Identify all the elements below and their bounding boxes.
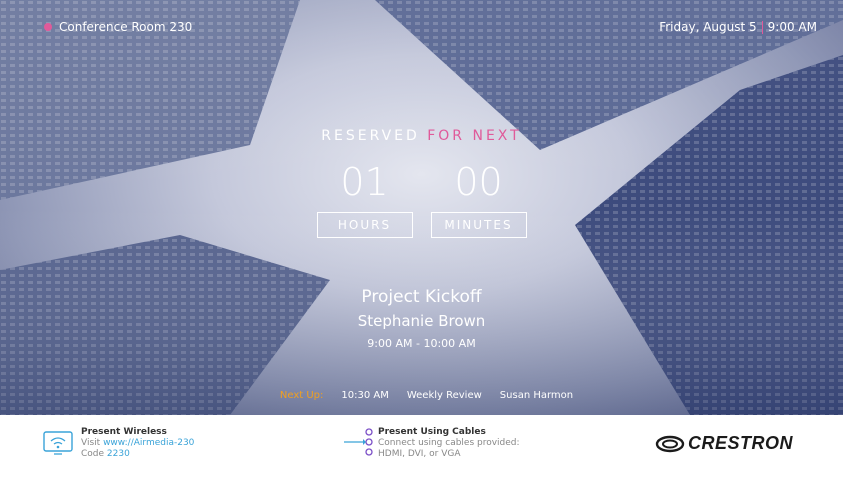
next-up-bar: Next Up: 10:30 AM Weekly Review Susan Ha… — [0, 390, 843, 401]
minutes-column: 00 MINUTES — [430, 160, 527, 238]
date-time: Friday, August 5 9:00 AM — [659, 20, 817, 34]
footer: Present Wireless Visit www://Airmedia-23… — [0, 415, 843, 478]
next-up-organizer: Susan Harmon — [499, 390, 574, 401]
cable-connector-icon — [344, 428, 373, 456]
hours-column: 01 HOURS — [316, 160, 413, 238]
time-text: 9:00 AM — [767, 20, 817, 34]
cables-line1: Connect using cables provided: — [378, 438, 520, 448]
wireless-code-prefix: Code — [81, 449, 105, 459]
date-text: Friday, August 5 — [659, 20, 757, 34]
next-up-title: Weekly Review — [406, 390, 482, 401]
hours-label: HOURS — [316, 212, 413, 238]
meeting-organizer: Stephanie Brown — [357, 312, 486, 330]
meeting-title: Project Kickoff — [361, 287, 482, 307]
crestron-logo: CRESTRON — [655, 433, 793, 454]
present-wireless-panel: Present Wireless Visit www://Airmedia-23… — [43, 427, 194, 460]
reserved-heading: RESERVED FOR NEXT — [0, 128, 843, 144]
next-up-label: Next Up: — [279, 390, 324, 401]
reserved-label: RESERVED — [321, 128, 420, 144]
present-cables-panel: Present Using Cables Connect using cable… — [338, 427, 520, 461]
status-dot-icon — [44, 23, 52, 31]
cables-heading: Present Using Cables — [378, 427, 486, 437]
room-name-text: Conference Room 230 — [59, 20, 193, 34]
wireless-screen-icon — [43, 431, 73, 455]
background-hero: Conference Room 230 Friday, August 5 9:0… — [0, 0, 843, 415]
minutes-label: MINUTES — [430, 212, 527, 238]
countdown-timer: 01 HOURS 00 MINUTES — [0, 160, 843, 238]
next-up-time: 10:30 AM — [341, 390, 389, 401]
wireless-code: 2230 — [106, 449, 130, 459]
date-time-separator — [761, 20, 763, 34]
crestron-logo-text: CRESTRON — [688, 433, 794, 453]
cables-line2: HDMI, DVI, or VGA — [378, 449, 461, 459]
wireless-visit-prefix: Visit — [81, 438, 101, 448]
minutes-value: 00 — [454, 160, 503, 204]
crestron-swirl-icon — [655, 435, 685, 452]
room-name: Conference Room 230 — [44, 20, 192, 34]
wireless-url: www://Airmedia-230 — [103, 438, 195, 448]
meeting-time-range: 9:00 AM - 10:00 AM — [367, 337, 476, 350]
reserved-accent: FOR NEXT — [427, 128, 522, 144]
wireless-heading: Present Wireless — [81, 427, 167, 437]
hours-value: 01 — [340, 160, 389, 204]
